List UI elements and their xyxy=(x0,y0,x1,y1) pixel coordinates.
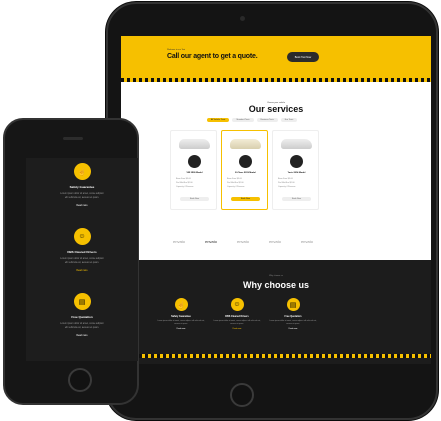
why-item-title: Safety Guarantee xyxy=(69,185,95,189)
partner-logo: envato xyxy=(236,239,249,244)
partner-logos: envato envato envato envato envato xyxy=(173,239,313,244)
row-label: Base Fare xyxy=(227,178,237,180)
driver-icon: ☺ xyxy=(73,228,91,245)
tablet-screen: Welcome to our Taxi Call our agent to ge… xyxy=(121,36,431,364)
tab-business[interactable]: Business Taxis xyxy=(256,118,278,122)
checker-strip xyxy=(121,78,431,82)
row-label: Capacity xyxy=(227,186,235,188)
service-tabs: All Vehicle Taxis Standard Taxis Busines… xyxy=(207,118,298,122)
vehicle-icon xyxy=(239,155,252,168)
card-title: Yaris 2014 Model xyxy=(287,172,306,174)
vehicle-icon xyxy=(188,155,201,168)
row-value: $2.00 xyxy=(289,182,295,184)
book-now-button[interactable]: Book Now xyxy=(282,197,311,201)
row-label: Per Mile/Km xyxy=(176,182,187,184)
banner-eyebrow: Welcome to our Taxi xyxy=(167,49,186,51)
read-more-link[interactable]: Read more xyxy=(289,328,298,330)
book-now-button[interactable]: Book Now xyxy=(231,197,260,201)
book-taxi-button[interactable]: Book Taxi Now xyxy=(287,52,319,62)
book-now-button[interactable]: Book Now xyxy=(180,197,209,201)
why-item-text: Lorem ipsum dolor sit amet, conse adipis… xyxy=(60,258,104,264)
quote-banner: Welcome to our Taxi Call our agent to ge… xyxy=(121,36,431,80)
row-value: 4 Persons xyxy=(286,186,296,188)
row-label: Base Fare xyxy=(176,178,186,180)
driver-icon: ☺ xyxy=(230,298,244,311)
why-item-text: Lorem ipsum dolor sit amet, conse adipis… xyxy=(157,320,205,325)
why-item-text: Lorem ipsum dolor sit amet, conse adipis… xyxy=(213,320,261,325)
why-item: ▤ Free Quotation Lorem ipsum dolor sit a… xyxy=(269,298,317,330)
phone-home-button[interactable] xyxy=(68,368,92,392)
car-image xyxy=(230,139,261,149)
checker-strip xyxy=(121,354,431,358)
partner-logo: envato xyxy=(173,239,186,244)
partner-logo: envato xyxy=(300,239,313,244)
tablet-home-button[interactable] xyxy=(230,383,254,407)
tablet-camera xyxy=(240,16,245,21)
why-item-title: Free Quotation xyxy=(71,315,93,319)
read-more-link[interactable]: Read more xyxy=(76,270,87,272)
why-item-title: Free Quotation xyxy=(284,315,302,318)
banner-title: Call our agent to get a quote. xyxy=(167,53,258,60)
service-card: E-Class 2019 Model Base Fare $5.00 Per Mi… xyxy=(221,130,268,210)
row-value: 4 Persons xyxy=(184,186,194,188)
read-more-link[interactable]: Read more xyxy=(233,328,242,330)
row-value: $5.00 xyxy=(236,178,242,180)
why-item: ☝ Safety Guarantee Lorem ipsum dolor sit… xyxy=(26,163,138,207)
row-label: Per Mile/Km xyxy=(227,182,238,184)
tab-eco[interactable]: Eco Taxis xyxy=(280,118,298,122)
why-item: ☝ Safety Guarantee Lorem ipsum dolor sit… xyxy=(157,298,205,330)
vehicle-icon xyxy=(290,155,303,168)
row-label: Base Fare xyxy=(278,178,288,180)
tab-standard[interactable]: Standard Taxis xyxy=(232,118,254,122)
why-choose-section: Why choose us Why choose us ☝ Safety Gua… xyxy=(121,260,431,364)
services-title: Our services xyxy=(248,104,304,114)
read-more-link[interactable]: Read more xyxy=(177,328,186,330)
why-item: ☺ DBS Cleared Drivers Lorem ipsum dolor … xyxy=(213,298,261,330)
service-card: Yaris 2014 Model Base Fare $5.00 Per Mile… xyxy=(272,130,319,210)
card-title: VW 2500 Model xyxy=(186,172,203,174)
card-title: E-Class 2019 Model xyxy=(235,172,256,174)
phone-speaker xyxy=(63,137,83,140)
why-item-title: DBS Cleared Drivers xyxy=(225,315,249,318)
row-value: $5.00 xyxy=(185,178,191,180)
why-item-text: Lorem ipsum dolor sit amet, conse adipis… xyxy=(60,323,104,329)
why-items: ☝ Safety Guarantee Lorem ipsum dolor sit… xyxy=(157,298,317,330)
car-image xyxy=(281,139,312,149)
why-item-title: Safety Guarantee xyxy=(171,315,191,318)
safety-icon: ☝ xyxy=(73,163,91,180)
service-card: VW 2500 Model Base Fare $5.00 Per Mile/Km… xyxy=(170,130,217,210)
phone-screen: ☝ Safety Guarantee Lorem ipsum dolor sit… xyxy=(26,158,138,361)
safety-icon: ☝ xyxy=(174,298,188,311)
partner-logo: envato xyxy=(268,239,281,244)
why-eyebrow: Why choose us xyxy=(269,275,283,277)
why-item-text: Lorem ipsum dolor sit amet, conse adipis… xyxy=(60,193,104,199)
row-label: Per Mile/Km xyxy=(278,182,289,184)
clipboard-icon: ▤ xyxy=(286,298,300,311)
row-label: Capacity xyxy=(278,186,286,188)
why-title: Why choose us xyxy=(242,280,309,290)
tab-all[interactable]: All Vehicle Taxis xyxy=(207,118,230,122)
why-item-title: DBS Cleared Drivers xyxy=(67,250,97,254)
clipboard-icon: ▤ xyxy=(73,293,91,310)
row-value: $2.00 xyxy=(187,182,193,184)
row-value: 4 Persons xyxy=(235,186,245,188)
why-item-text: Lorem ipsum dolor sit amet, conse adipis… xyxy=(269,320,317,325)
why-item: ☺ DBS Cleared Drivers Lorem ipsum dolor … xyxy=(26,228,138,272)
row-value: $2.00 xyxy=(238,182,244,184)
why-item: ▤ Free Quotation Lorem ipsum dolor sit a… xyxy=(26,293,138,337)
read-more-link[interactable]: Read more xyxy=(76,205,87,207)
row-value: $5.00 xyxy=(287,178,293,180)
car-image xyxy=(179,139,210,149)
row-label: Capacity xyxy=(176,186,184,188)
read-more-link[interactable]: Read more xyxy=(76,335,87,337)
partner-logo: envato xyxy=(204,239,217,244)
